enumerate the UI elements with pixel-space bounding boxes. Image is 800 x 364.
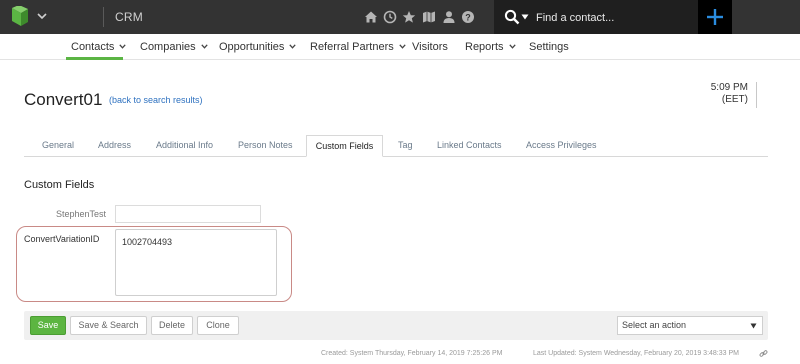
section-title: Custom Fields (24, 179, 95, 191)
main-nav: Contacts Companies Opportunities Referra… (0, 34, 800, 60)
tab-tag[interactable]: Tag (398, 140, 413, 150)
nav-item-label: Visitors (412, 41, 448, 53)
local-time: 5:09 PM (EET) (700, 82, 748, 106)
person-icon[interactable] (442, 10, 456, 24)
nav-item-label: Reports (465, 41, 504, 53)
tab-linked-contacts[interactable]: Linked Contacts (437, 140, 502, 150)
tab-access-privileges[interactable]: Access Privileges (526, 140, 597, 150)
nav-item-label: Referral Partners (310, 41, 394, 53)
stephen-test-field[interactable] (115, 205, 261, 223)
tab-additional-info[interactable]: Additional Info (156, 140, 213, 150)
updated-info: Last Updated: System Wednesday, February… (533, 350, 739, 357)
app-name[interactable]: CRM (115, 10, 143, 24)
action-select-value: Select an action (622, 320, 687, 330)
save-and-search-button[interactable]: Save & Search (70, 316, 147, 335)
link-icon[interactable] (759, 349, 768, 358)
app-logo-icon[interactable] (9, 6, 31, 28)
chevron-down-icon (289, 44, 297, 49)
tab-custom-fields[interactable]: Custom Fields (306, 135, 383, 157)
plus-icon (707, 9, 723, 25)
tabs-baseline (24, 156, 768, 157)
delete-button[interactable]: Delete (151, 316, 193, 335)
back-to-search-link[interactable]: (back to search results) (109, 95, 203, 105)
divider (103, 7, 104, 27)
stephen-test-label: StephenTest (55, 209, 106, 219)
caret-down-icon[interactable] (521, 13, 529, 21)
chevron-down-icon (119, 44, 127, 49)
nav-item-reports[interactable]: Reports (465, 41, 516, 53)
map-icon[interactable] (422, 10, 436, 24)
chevron-down-icon (508, 44, 516, 49)
page-title: Convert01 (24, 90, 103, 109)
nav-item-companies[interactable]: Companies (140, 41, 208, 53)
clone-button[interactable]: Clone (197, 316, 239, 335)
nav-item-label: Opportunities (219, 41, 285, 53)
nav-item-label: Companies (140, 41, 196, 53)
tab-address[interactable]: Address (98, 140, 131, 150)
nav-item-contacts[interactable]: Contacts (71, 41, 127, 53)
contact-search (494, 0, 698, 34)
help-icon[interactable]: ? (461, 10, 475, 24)
svg-text:?: ? (465, 12, 471, 22)
nav-item-opportunities[interactable]: Opportunities (219, 41, 297, 53)
chevron-down-icon (399, 44, 406, 49)
add-button[interactable] (698, 0, 732, 34)
clock-icon[interactable] (383, 10, 397, 24)
star-icon[interactable] (402, 10, 416, 24)
home-icon[interactable] (364, 10, 378, 24)
chevron-down-icon (200, 44, 208, 49)
timezone-value: (EET) (721, 94, 748, 105)
tab-person-notes[interactable]: Person Notes (238, 140, 293, 150)
tab-general[interactable]: General (42, 140, 74, 150)
convert-variation-id-field[interactable]: 1002704493 (115, 229, 277, 296)
divider (756, 82, 757, 108)
nav-item-visitors[interactable]: Visitors (412, 41, 448, 53)
search-icon[interactable] (504, 9, 520, 25)
top-bar: CRM ? (0, 0, 800, 34)
time-value: 5:09 PM (710, 82, 748, 93)
convert-variation-id-label: ConvertVariationID (24, 234, 100, 244)
nav-item-referral-partners[interactable]: Referral Partners (310, 41, 406, 53)
save-button[interactable]: Save (30, 316, 66, 335)
chevron-down-icon[interactable] (35, 9, 49, 23)
nav-item-label: Settings (529, 41, 569, 53)
action-select[interactable]: Select an action (617, 316, 763, 335)
nav-item-settings[interactable]: Settings (529, 41, 569, 53)
caret-down-icon (750, 323, 757, 329)
search-input[interactable] (536, 10, 686, 26)
nav-active-indicator (66, 57, 123, 60)
nav-item-label: Contacts (71, 41, 115, 53)
created-info: Created: System Thursday, February 14, 2… (321, 350, 503, 357)
